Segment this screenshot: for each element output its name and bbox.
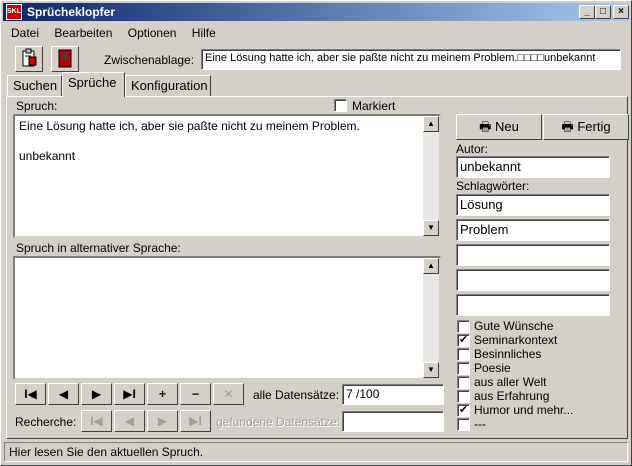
search-prev-button[interactable]: ◀ (114, 410, 145, 432)
first-record-button[interactable]: I◀ (15, 383, 46, 405)
alt-language-textarea[interactable]: ▲ ▼ (13, 256, 441, 380)
search-next-button[interactable]: ▶ (147, 410, 178, 432)
next-record-button[interactable]: ▶ (81, 383, 112, 405)
tab-konfiguration[interactable]: Konfiguration (125, 75, 211, 97)
category-label: aus aller Welt (474, 375, 547, 389)
menu-optionen[interactable]: Optionen (122, 24, 183, 42)
category-checkbox[interactable] (457, 348, 470, 361)
category-label: Humor und mehr... (474, 403, 574, 417)
menu-bearbeiten[interactable]: Bearbeiten (48, 24, 118, 42)
status-bar: Hier lesen Sie den aktuellen Spruch. (4, 442, 628, 462)
tab-sprueche-label: Sprüche (68, 75, 117, 90)
minimize-button[interactable]: _ (579, 5, 595, 19)
marked-checkbox[interactable] (334, 99, 347, 112)
menu-datei[interactable]: Datei (5, 24, 45, 42)
delete-record-button[interactable]: − (180, 383, 211, 405)
keyword-field-2[interactable]: Problem (456, 219, 610, 241)
clipboard-field[interactable]: Eine Lösung hatte ich, aber sie paßte ni… (201, 49, 621, 70)
prev-record-button[interactable]: ◀ (48, 383, 79, 405)
tab-konfiguration-label: Konfiguration (131, 78, 208, 93)
scroll-down-icon[interactable]: ▼ (423, 220, 439, 236)
category-label: Seminarkontext (474, 333, 558, 347)
printer-icon: 🖶 (479, 119, 492, 134)
close-button[interactable]: × (613, 5, 629, 19)
keyword-field-1[interactable]: Lösung (456, 194, 610, 216)
all-records-label: alle Datensätze: (253, 388, 340, 402)
category-checkbox[interactable] (457, 362, 470, 375)
author-label: Autor: (456, 142, 489, 156)
search-last-button[interactable]: ▶I (180, 410, 211, 432)
found-records-label: gefundene Datensätze: (216, 415, 341, 429)
category-checkbox[interactable] (457, 418, 470, 431)
category-checkbox[interactable]: ✔ (457, 404, 470, 417)
door-icon (58, 49, 72, 68)
paste-button[interactable] (15, 46, 43, 72)
menu-hilfe[interactable]: Hilfe (186, 24, 222, 42)
author-field[interactable]: unbekannt (456, 156, 610, 178)
scroll-down-icon[interactable]: ▼ (423, 362, 439, 378)
category-label: Gute Wünsche (474, 319, 554, 333)
alt-scrollbar[interactable]: ▲ ▼ (423, 258, 439, 378)
app-icon[interactable]: SKL (6, 4, 22, 20)
keyword-field-5[interactable] (456, 294, 610, 316)
category-label: Poesie (474, 361, 511, 375)
last-record-button[interactable]: ▶I (114, 383, 145, 405)
new-button-label: Neu (495, 119, 519, 134)
spruch-scrollbar[interactable]: ▲ ▼ (423, 116, 439, 236)
spruch-text-line1: Eine Lösung hatte ich, aber sie paßte ni… (19, 119, 360, 133)
main-window: SKL Sprücheklopfer _ □ × Datei Bearbeite… (0, 0, 632, 466)
scroll-up-icon[interactable]: ▲ (423, 258, 439, 274)
done-button[interactable]: 🖶 Fertig (543, 114, 629, 140)
found-records-field[interactable] (342, 411, 444, 432)
done-button-label: Fertig (577, 119, 611, 134)
alt-language-label: Spruch in alternativer Sprache: (16, 241, 181, 255)
scroll-up-icon[interactable]: ▲ (423, 116, 439, 132)
category-label: --- (474, 417, 486, 431)
clipboard-icon (22, 48, 37, 67)
clipboard-label: Zwischenablage: (104, 53, 195, 67)
keyword-field-4[interactable] (456, 269, 610, 291)
category-label: aus Erfahrung (474, 389, 550, 403)
category-checkbox[interactable] (457, 376, 470, 389)
spruch-text-line2: unbekannt (19, 149, 76, 163)
add-record-button[interactable]: + (147, 383, 178, 405)
search-label: Recherche: (15, 415, 77, 429)
search-first-button[interactable]: I◀ (81, 410, 112, 432)
category-label: Besinnliches (474, 347, 542, 361)
keyword-field-3[interactable] (456, 244, 610, 266)
category-checkbox[interactable] (457, 320, 470, 333)
marked-label: Markiert (352, 99, 396, 113)
window-title: Sprücheklopfer (27, 5, 116, 19)
spruch-label: Spruch: (16, 99, 58, 113)
tab-suchen-label: Suchen (13, 78, 58, 93)
tab-sprueche[interactable]: Sprüche (62, 72, 125, 97)
menu-bar: Datei Bearbeiten Optionen Hilfe (5, 24, 222, 42)
exit-button[interactable] (51, 46, 79, 72)
tab-suchen[interactable]: Suchen (7, 75, 62, 97)
printer-icon: 🖶 (561, 119, 574, 134)
all-records-field[interactable]: 7 /100 (342, 384, 444, 405)
title-bar[interactable]: SKL Sprücheklopfer _ □ × (3, 3, 629, 21)
spruch-textarea[interactable]: Eine Lösung hatte ich, aber sie paßte ni… (13, 114, 441, 238)
category-checkbox[interactable] (457, 390, 470, 403)
category-checkbox[interactable]: ✔ (457, 334, 470, 347)
keywords-label: Schlagwörter: (456, 179, 530, 193)
new-button[interactable]: 🖶 Neu (456, 114, 542, 140)
cancel-record-button[interactable]: ✕ (213, 383, 244, 405)
maximize-button[interactable]: □ (595, 5, 611, 19)
